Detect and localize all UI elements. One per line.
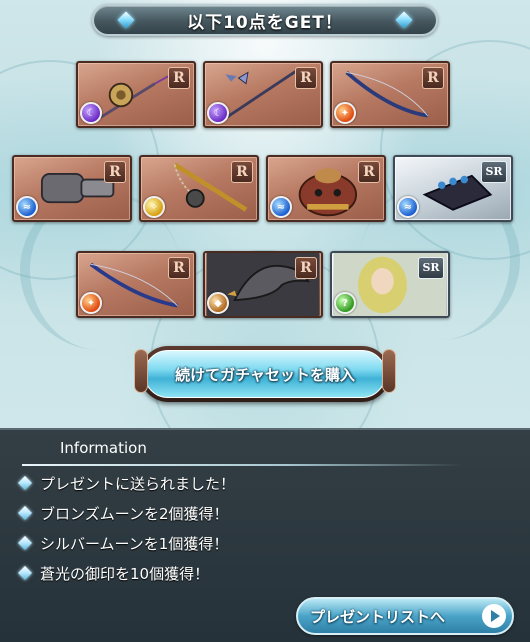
continue-gacha-button-face[interactable]: 続けてガチャセットを購入: [144, 350, 386, 398]
item-card-claw[interactable]: ≈ SR: [393, 155, 513, 222]
rarity-badge: R: [231, 161, 253, 183]
info-message-row: ブロンズムーンを2個獲得！: [16, 501, 229, 525]
item-card-bow[interactable]: ✦ R: [330, 61, 450, 128]
water-element-icon: ≈: [270, 196, 292, 218]
diamond-gem-icon: [395, 11, 413, 29]
rarity-badge: R: [422, 67, 444, 89]
item-card-character-summon[interactable]: ? SR: [330, 251, 450, 318]
continue-gacha-button[interactable]: 続けてガチャセットを購入: [140, 346, 390, 402]
item-card-flail[interactable]: ✧ R: [139, 155, 259, 222]
rarity-badge: R: [358, 161, 380, 183]
info-message: 蒼光の御印を10個獲得！: [40, 564, 210, 583]
diamond-bullet-icon: [17, 505, 33, 521]
information-panel: Information プレゼントに送られました！ ブロンズムーンを2個獲得！ …: [0, 428, 530, 642]
dark-element-icon: ☾: [207, 102, 229, 124]
dark-element-icon: ☾: [80, 102, 102, 124]
present-list-button[interactable]: プレゼントリストへ: [296, 597, 514, 635]
rarity-badge: R: [295, 257, 317, 279]
fire-element-icon: ✦: [80, 292, 102, 314]
arrow-right-icon: [482, 604, 506, 628]
info-message: シルバームーンを1個獲得！: [40, 534, 229, 553]
fire-element-icon: ✦: [334, 102, 356, 124]
reward-header-banner: 以下10点をGET！: [92, 4, 438, 36]
rarity-badge: R: [295, 67, 317, 89]
item-card-staff[interactable]: ☾ R: [203, 61, 323, 128]
info-message-row: シルバームーンを1個獲得！: [16, 531, 228, 555]
diamond-bullet-icon: [17, 535, 33, 551]
reward-header-title: 以下10点をGET！: [187, 12, 343, 33]
reward-panel: 以下10点をGET！ ☾ R ☾ R ✦ R ≈ R ✧ R ≈ R ≈ SR …: [0, 0, 530, 428]
water-element-icon: ≈: [397, 196, 419, 218]
button-cap-left: [134, 349, 148, 393]
continue-gacha-label: 続けてガチャセットを購入: [175, 365, 355, 384]
rarity-badge: R: [104, 161, 126, 183]
button-cap-right: [382, 349, 396, 393]
light-element-icon: ✧: [143, 196, 165, 218]
rarity-badge: SR: [418, 257, 444, 279]
item-card-eagle-summon[interactable]: ◆ R: [203, 251, 323, 318]
earth-element-icon: ◆: [207, 292, 229, 314]
rarity-badge: R: [168, 257, 190, 279]
information-title: Information: [60, 439, 147, 457]
information-divider: [22, 464, 462, 466]
diamond-gem-icon: [117, 11, 135, 29]
rarity-badge: SR: [481, 161, 507, 183]
info-message-row: プレゼントに送られました！: [16, 471, 235, 495]
item-card-gauntlet[interactable]: ≈ R: [12, 155, 132, 222]
info-message-row: 蒼光の御印を10個獲得！: [16, 561, 209, 585]
item-card-mace[interactable]: ☾ R: [76, 61, 196, 128]
diamond-bullet-icon: [17, 475, 33, 491]
info-message: ブロンズムーンを2個獲得！: [40, 504, 229, 523]
present-list-label: プレゼントリストへ: [310, 607, 446, 626]
diamond-bullet-icon: [17, 565, 33, 581]
item-card-bag[interactable]: ≈ R: [266, 155, 386, 222]
rarity-badge: R: [168, 67, 190, 89]
item-card-bow[interactable]: ✦ R: [76, 251, 196, 318]
wind-element-icon: ?: [334, 292, 356, 314]
water-element-icon: ≈: [16, 196, 38, 218]
info-message: プレゼントに送られました！: [40, 474, 236, 493]
